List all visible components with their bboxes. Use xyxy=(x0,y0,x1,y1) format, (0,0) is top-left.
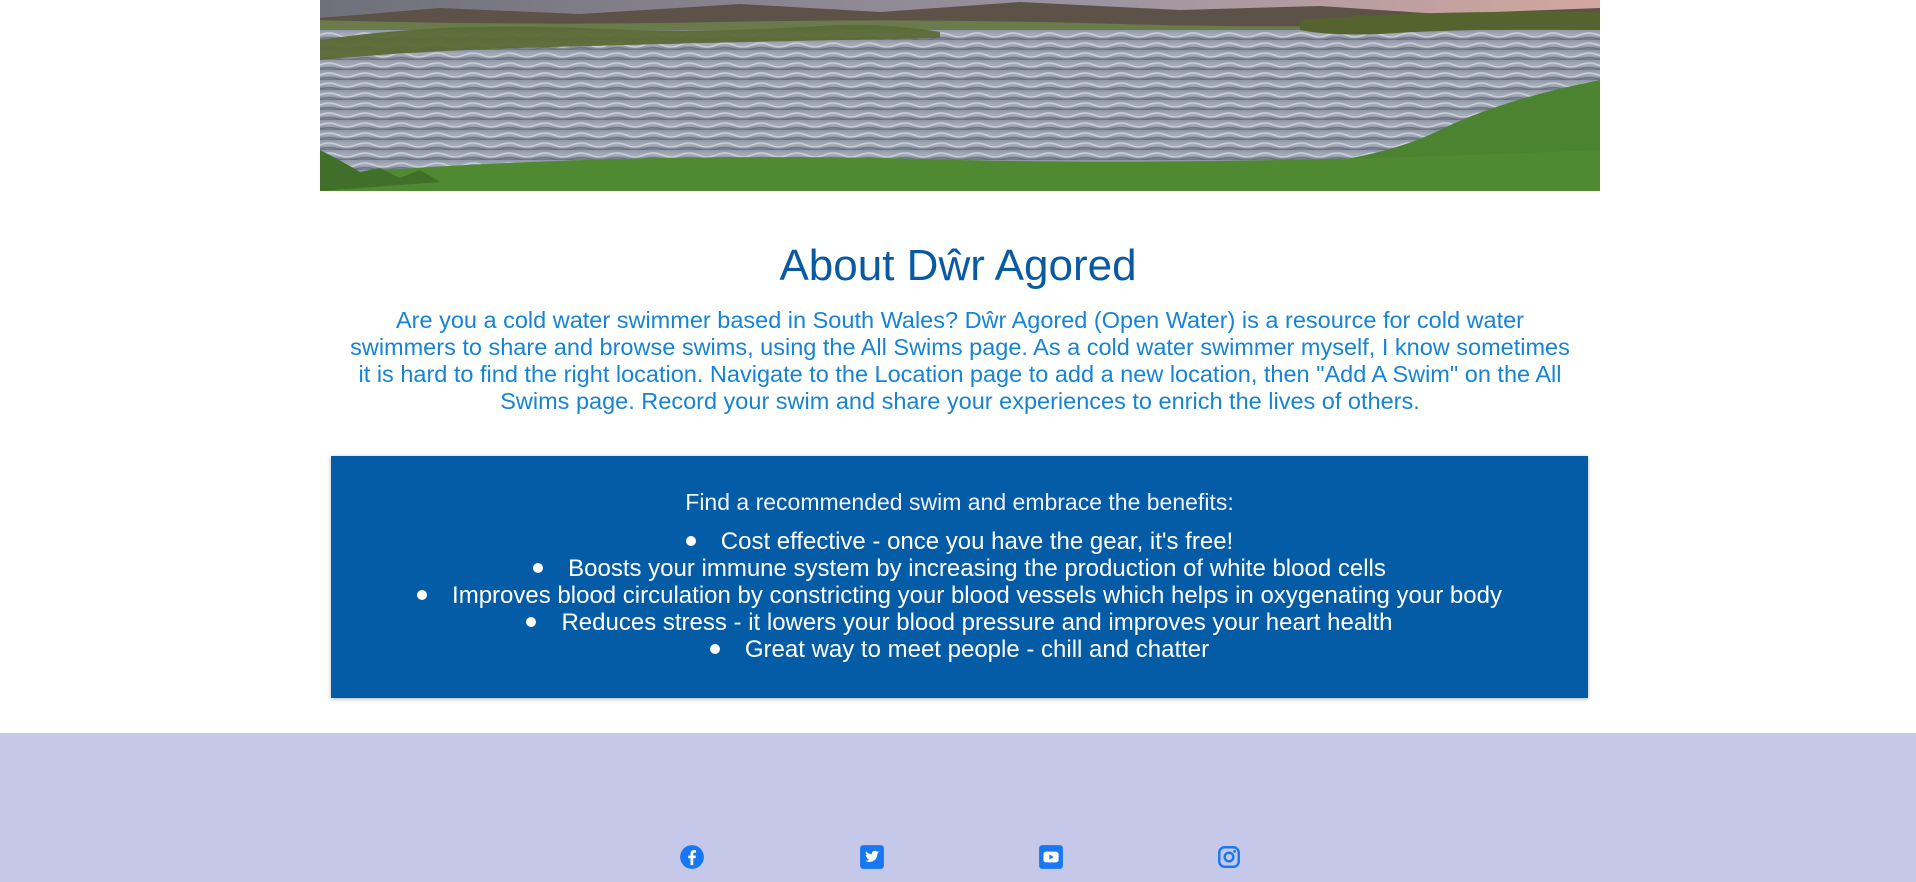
bullet-icon xyxy=(709,643,720,654)
about-title: About Dŵr Agored xyxy=(779,241,1137,290)
footer xyxy=(0,733,1916,882)
bullet-icon xyxy=(685,535,696,546)
list-item-text: Reduces stress - it lowers your blood pr… xyxy=(561,609,1393,636)
list-item-text: Cost effective - once you have the gear,… xyxy=(720,528,1234,555)
list-item: Improves blood circulation by constricti… xyxy=(331,582,1588,609)
facebook-icon[interactable] xyxy=(679,844,705,870)
about-description: Are you a cold water swimmer based in So… xyxy=(350,307,1570,414)
list-item: Reduces stress - it lowers your blood pr… xyxy=(331,609,1588,636)
benefits-list: Cost effective - once you have the gear,… xyxy=(331,528,1588,663)
list-item: Boosts your immune system by increasing … xyxy=(331,555,1588,582)
youtube-icon[interactable] xyxy=(1038,844,1064,870)
bullet-icon xyxy=(417,589,428,600)
benefits-panel: Find a recommended swim and embrace the … xyxy=(331,456,1588,698)
list-item-text: Boosts your immune system by increasing … xyxy=(568,555,1386,582)
list-item-text: Improves blood circulation by constricti… xyxy=(452,582,1502,609)
twitter-icon[interactable] xyxy=(859,844,885,870)
bullet-icon xyxy=(526,616,537,627)
instagram-icon[interactable] xyxy=(1216,844,1242,870)
hero-image xyxy=(320,0,1600,191)
list-item: Cost effective - once you have the gear,… xyxy=(331,528,1588,555)
list-item: Great way to meet people - chill and cha… xyxy=(331,636,1588,663)
lake-landscape-image xyxy=(320,0,1600,191)
bullet-icon xyxy=(533,562,544,573)
benefits-heading: Find a recommended swim and embrace the … xyxy=(685,489,1234,515)
list-item-text: Great way to meet people - chill and cha… xyxy=(744,636,1210,663)
